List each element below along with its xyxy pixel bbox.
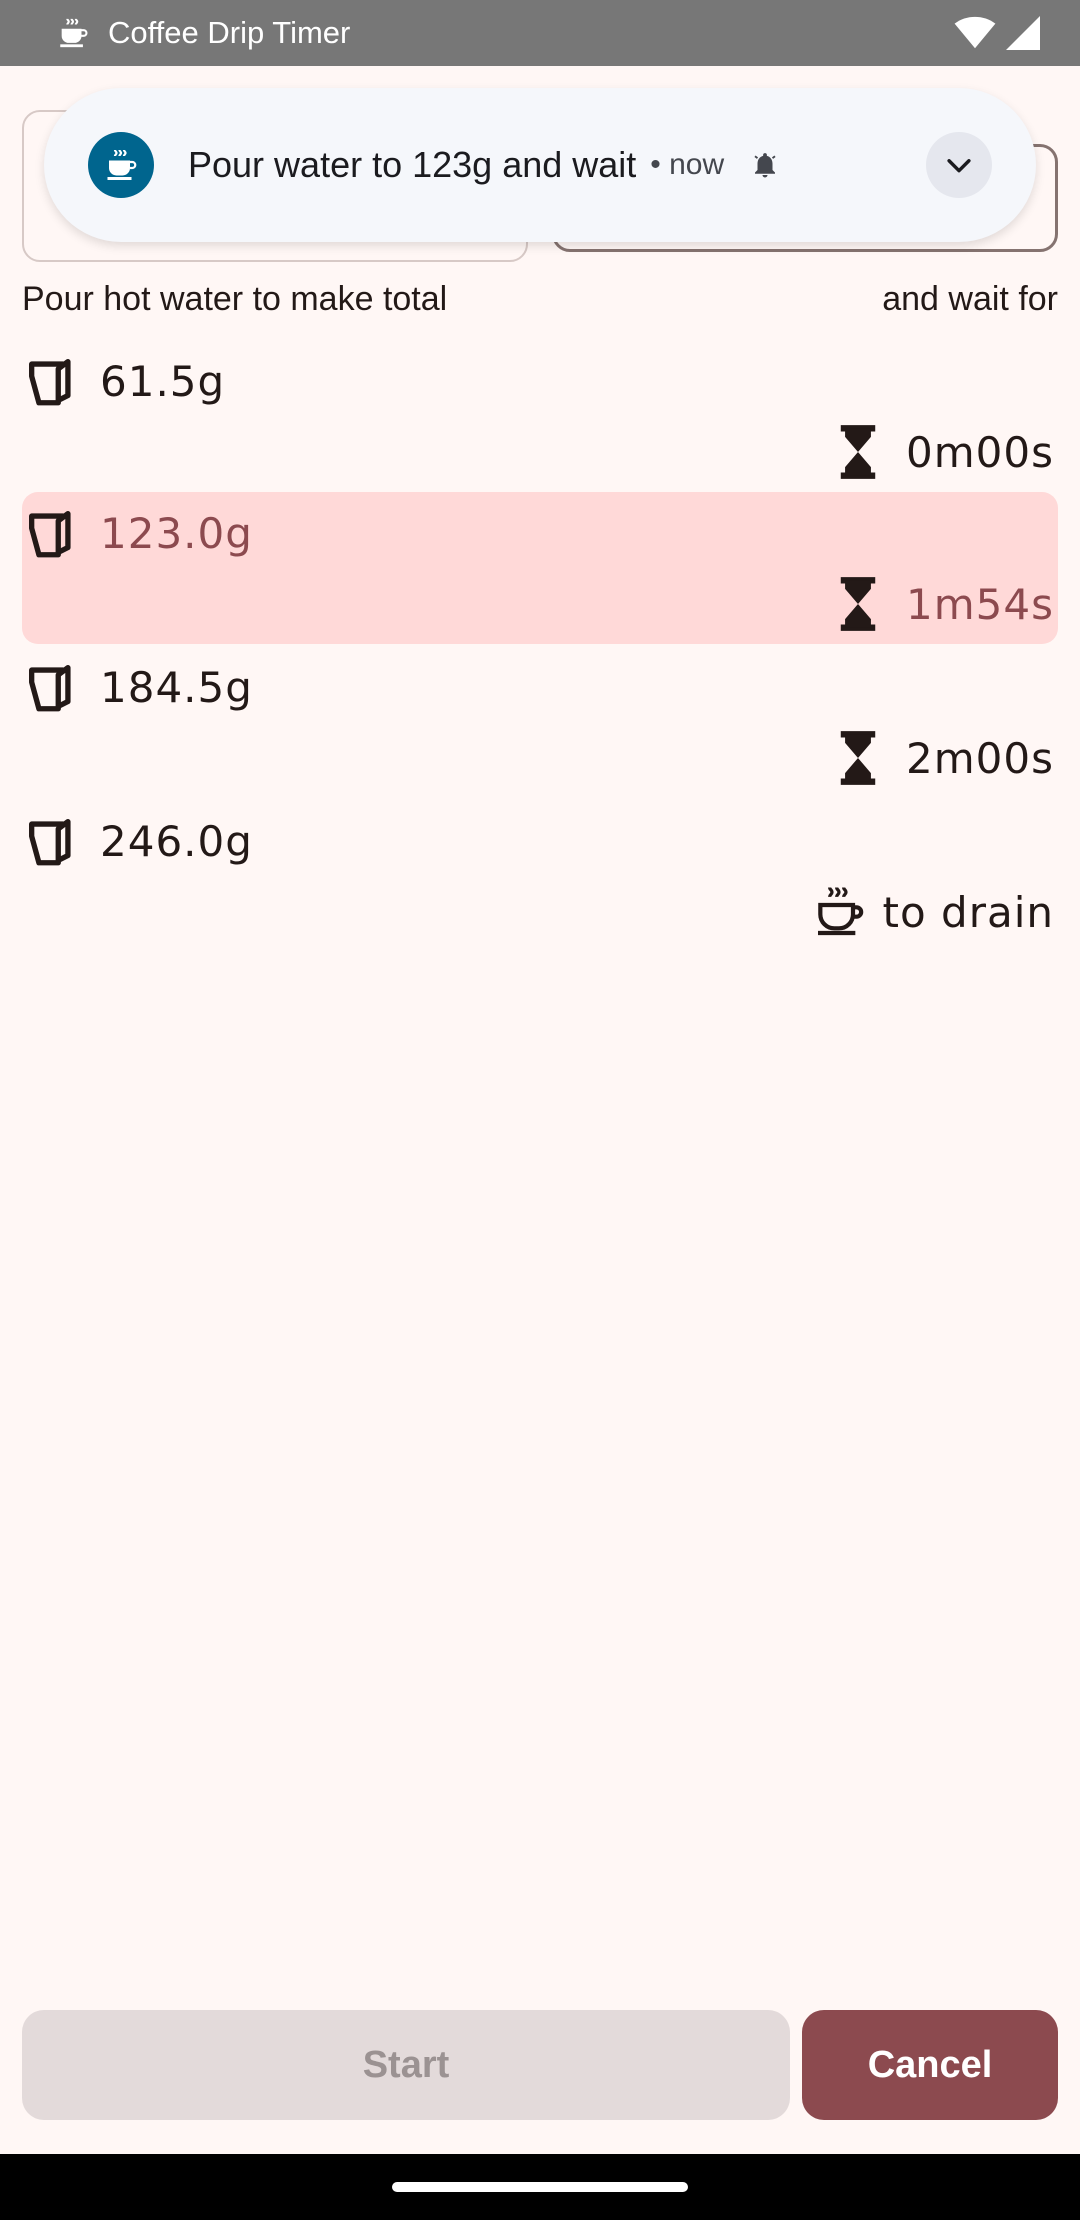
step-duration: 1m54s [906,579,1054,629]
hourglass-icon [840,577,876,631]
step-row: 61.5g 0m00s [22,340,1058,492]
coffee-icon [107,149,137,180]
step-amount: 246.0g [100,816,253,866]
notification-app-icon [88,132,154,198]
pour-amount: 61.5g [22,346,225,416]
step-row-active: 123.0g 1m54s [22,492,1058,644]
coffee-cup-icon [817,887,863,936]
step-row: 184.5g 2m00s [22,646,1058,798]
coffee-icon [60,18,88,48]
wait-duration: 1m54s [836,568,1054,640]
kettle-icon [29,819,71,866]
wait-column-header: and wait for [882,280,1058,318]
kettle-icon [29,665,71,712]
chevron-down-icon [947,159,971,173]
hourglass-icon [840,731,876,785]
hourglass-icon [840,425,876,479]
step-row: 246.0g to drain [22,800,1058,952]
kettle-icon [29,359,71,406]
home-gesture-handle[interactable] [392,2182,688,2192]
kettle-icon [29,511,71,558]
notification-expand-button[interactable] [926,132,992,198]
heads-up-notification[interactable]: Pour water to 123g and wait • now [44,88,1036,242]
navigation-bar [0,2154,1080,2220]
bell-icon [754,153,776,178]
step-duration: 0m00s [906,427,1054,477]
wifi-icon [954,16,996,49]
start-button[interactable]: Start [22,2010,790,2120]
step-amount: 123.0g [100,508,253,558]
notification-text: Pour water to 123g and wait [188,144,637,185]
pour-amount: 123.0g [22,498,253,568]
step-amount: 61.5g [100,356,226,406]
status-app-title: Coffee Drip Timer [108,15,351,50]
step-duration: to drain [882,887,1054,937]
cancel-button[interactable]: Cancel [802,2010,1058,2120]
pour-amount: 246.0g [22,806,253,876]
notification-time: • now [650,148,725,181]
status-bar: Coffee Drip Timer [0,0,1080,66]
step-duration: 2m00s [906,733,1054,783]
pour-amount: 184.5g [22,652,253,722]
wait-duration: 2m00s [836,722,1054,794]
wait-duration: 0m00s [836,416,1054,488]
signal-icon [1006,16,1040,50]
pour-column-header: Pour hot water to make total [22,280,448,318]
step-amount: 184.5g [100,662,253,712]
wait-duration: to drain [811,876,1054,948]
